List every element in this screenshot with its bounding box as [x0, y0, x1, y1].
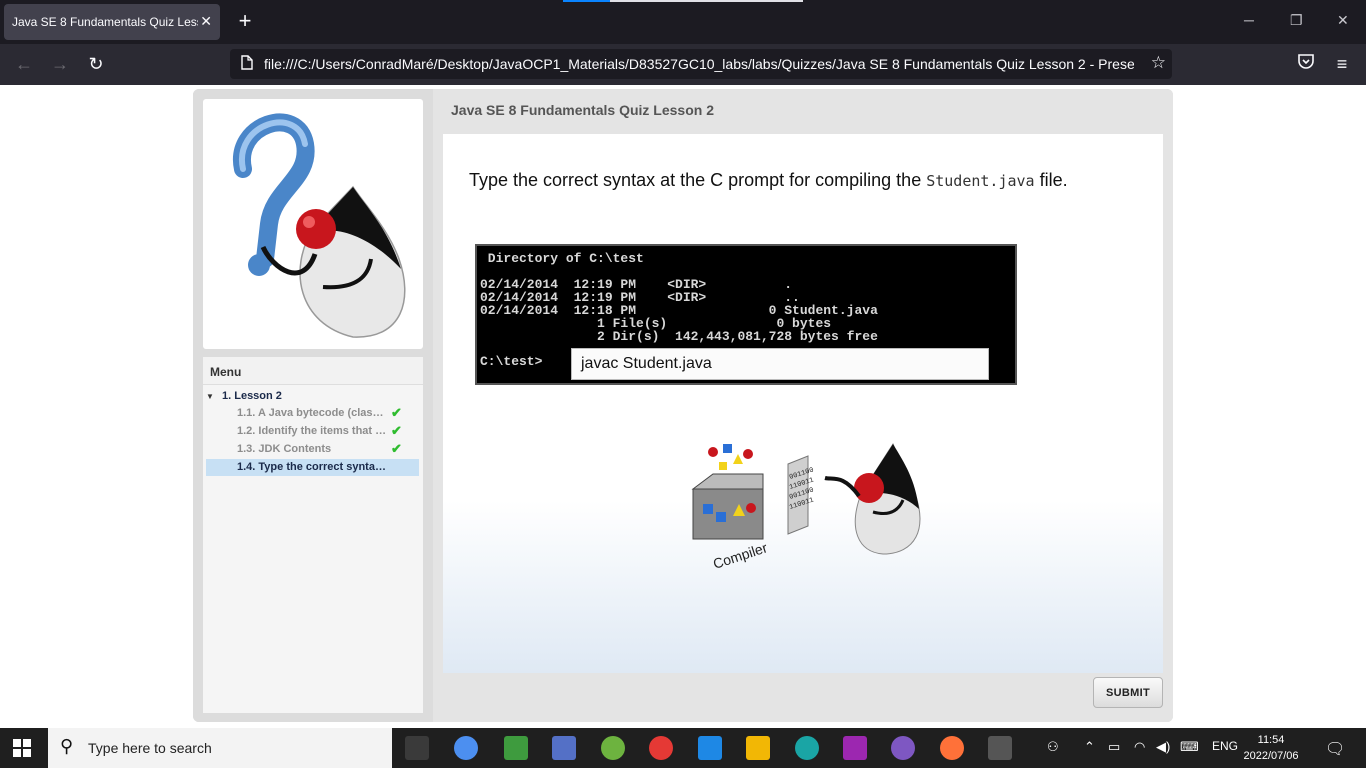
clock-time: 11:54 [1257, 734, 1285, 746]
tab-close-icon[interactable]: ✕ [200, 13, 212, 30]
file-icon [230, 55, 264, 73]
pocket-icon[interactable] [1294, 52, 1318, 76]
minimize-button[interactable]: ─ [1244, 12, 1254, 28]
menu-item-1-4[interactable]: 1.4. Type the correct syntax at t... [206, 459, 419, 476]
answer-input[interactable]: javac Student.java [571, 348, 989, 380]
notification-icon[interactable]: 🗨 [1325, 739, 1345, 759]
menu-item-1-1[interactable]: 1.1. A Java bytecode (class) file... ✔ [206, 405, 419, 422]
reload-icon[interactable]: ↻ [84, 52, 108, 76]
command-console: Directory of C:\test 02/14/2014 12:19 PM… [475, 244, 1017, 385]
volume-icon[interactable]: ◀) [1156, 739, 1170, 755]
checkmark-icon: ✔ [391, 441, 402, 456]
hamburger-menu-icon[interactable]: ≡ [1330, 52, 1354, 76]
forward-arrow-icon[interactable]: → [48, 52, 72, 76]
compiler-illustration: 001100 110011 001100 110011 Compiler [683, 434, 923, 584]
wifi-icon[interactable]: ◠ [1134, 739, 1145, 755]
question-slide: Type the correct syntax at the C prompt … [443, 134, 1163, 673]
language-indicator[interactable]: ENG [1212, 739, 1238, 753]
submit-button[interactable]: SUBMIT [1093, 677, 1163, 708]
tab-title: Java SE 8 Fundamentals Quiz Lesson 2 - P… [12, 15, 198, 29]
sidebar: Menu ▼ 1. Lesson 2 1.1. A Java bytecode (… [193, 89, 433, 722]
bookmark-star-icon[interactable]: ☆ [1151, 53, 1166, 73]
duke-app-icon[interactable] [988, 736, 1012, 760]
content-area: Java SE 8 Fundamentals Quiz Lesson 2 Typ… [433, 89, 1173, 722]
windows-start-icon[interactable] [13, 739, 31, 757]
browser-tab[interactable]: Java SE 8 Fundamentals Quiz Lesson 2 - P… [4, 4, 220, 40]
menu-tree: ▼ 1. Lesson 2 1.1. A Java bytecode (class… [203, 384, 423, 713]
question-text: Type the correct syntax at the C prompt … [469, 170, 1068, 190]
menu-tab[interactable]: Menu [203, 357, 246, 383]
taskbar-search[interactable]: ⚲ Type here to search [48, 728, 392, 768]
url-text: file:///C:/Users/ConradMaré/Desktop/Java… [264, 56, 1134, 72]
clock-date: 2022/07/06 [1243, 750, 1299, 762]
console-header: Directory of C:\test [480, 251, 644, 266]
app-icon-green-hexagon[interactable] [504, 736, 528, 760]
app-icon-cube[interactable] [552, 736, 576, 760]
file-explorer-icon[interactable] [746, 736, 770, 760]
tray-chevron-icon[interactable]: ⌃ [1084, 739, 1095, 755]
search-icon: ⚲ [60, 736, 74, 756]
menu-item-1-3[interactable]: 1.3. JDK Contents ✔ [206, 441, 419, 458]
close-window-button[interactable]: ✕ [1337, 12, 1349, 29]
page-load-progress [563, 0, 803, 2]
quiz-player: Menu ▼ 1. Lesson 2 1.1. A Java bytecode (… [193, 89, 1173, 722]
edge-icon[interactable] [795, 736, 819, 760]
people-icon[interactable]: ⚇ [1047, 739, 1059, 755]
checkmark-icon: ✔ [391, 405, 402, 420]
task-view-icon[interactable] [405, 736, 429, 760]
keyboard-icon[interactable]: ⌨ [1180, 739, 1199, 755]
chrome-icon[interactable] [649, 736, 673, 760]
search-placeholder: Type here to search [88, 740, 212, 756]
navigation-bar: ← → ↻ file:///C:/Users/ConradMaré/Deskto… [0, 44, 1366, 85]
system-clock[interactable]: 11:54 2022/07/06 [1243, 732, 1299, 764]
compiler-label: Compiler [711, 539, 770, 572]
firefox-icon[interactable] [940, 736, 964, 760]
caret-down-icon[interactable]: ▼ [206, 392, 222, 401]
back-arrow-icon[interactable]: ← [12, 52, 36, 76]
taskbar: ⚲ Type here to search ⚇ ⌃ ▭ ◠ ◀) ⌨ ENG 1… [0, 728, 1366, 768]
quiz-title: Java SE 8 Fundamentals Quiz Lesson 2 [451, 102, 714, 118]
console-prompt: C:\test> [480, 354, 543, 369]
lesson-node[interactable]: ▼ 1. Lesson 2 [206, 390, 282, 402]
address-bar[interactable]: file:///C:/Users/ConradMaré/Desktop/Java… [230, 49, 1172, 79]
menu-item-1-2[interactable]: 1.2. Identify the items that result... ✔ [206, 423, 419, 440]
checkmark-icon: ✔ [391, 423, 402, 438]
console-line: 2 Dir(s) 142,443,081,728 bytes free [480, 329, 878, 344]
restore-button[interactable]: ❐ [1290, 12, 1303, 29]
duke-question-logo [203, 99, 423, 349]
intellij-icon[interactable] [843, 736, 867, 760]
vscode-icon[interactable] [698, 736, 722, 760]
tab-bar: Java SE 8 Fundamentals Quiz Lesson 2 - P… [0, 0, 1366, 44]
chat-icon[interactable] [454, 736, 478, 760]
quiz-menu: Menu ▼ 1. Lesson 2 1.1. A Java bytecode (… [203, 357, 423, 713]
spring-tools-icon[interactable] [601, 736, 625, 760]
battery-icon[interactable]: ▭ [1108, 739, 1120, 755]
new-tab-button[interactable]: + [233, 9, 257, 33]
github-desktop-icon[interactable] [891, 736, 915, 760]
